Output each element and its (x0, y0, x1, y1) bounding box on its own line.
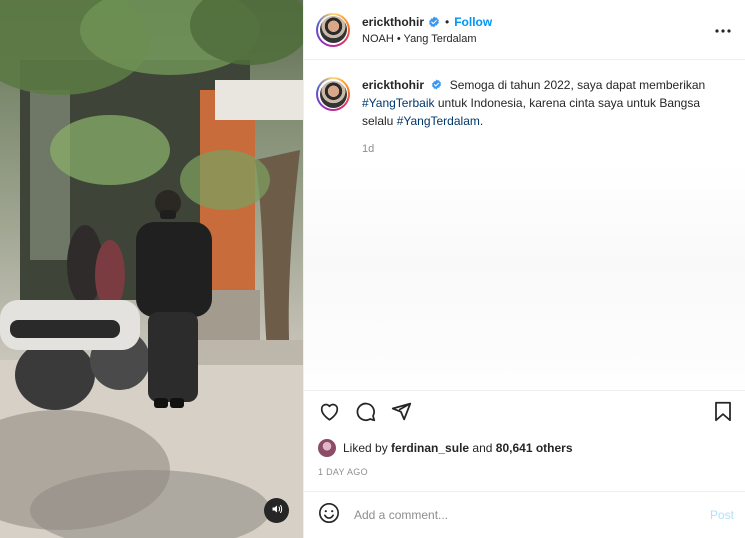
like-button[interactable] (318, 403, 340, 425)
share-button[interactable] (390, 401, 412, 427)
emoji-button[interactable] (318, 502, 340, 529)
post-header: erickthohir • Follow NOAH • Yang Terdala… (304, 0, 745, 60)
post-date[interactable]: 1 DAY AGO (318, 467, 368, 477)
caption-text-part: . (479, 114, 484, 128)
author-avatar[interactable] (316, 12, 350, 47)
caption-username[interactable]: erickthohir (362, 78, 424, 92)
caption-timestamp[interactable]: 1d (362, 140, 732, 158)
save-button[interactable] (712, 401, 734, 427)
liker-avatar[interactable] (318, 439, 336, 457)
caption-text: erickthohir Semoga di tahun 2022, saya d… (362, 76, 732, 130)
post-video[interactable] (0, 0, 303, 538)
bookmark-icon (714, 401, 732, 427)
audio-track-link[interactable]: NOAH • Yang Terdalam (362, 33, 492, 45)
separator-dot: • (445, 14, 450, 29)
comment-button[interactable] (354, 401, 376, 427)
comments-blurred-area (304, 160, 745, 390)
more-options-icon (715, 20, 731, 38)
likes-middle: and (472, 441, 493, 455)
verified-badge-icon (431, 79, 442, 90)
comment-icon (355, 401, 376, 427)
comment-composer: Post (304, 491, 745, 538)
video-frame (0, 0, 303, 538)
likes-summary: Liked by ferdinan_sule and 80,641 others (318, 439, 573, 457)
heart-icon (319, 402, 340, 426)
speaker-icon (271, 502, 283, 520)
more-options-button[interactable] (714, 20, 732, 38)
post-side-panel: erickthohir • Follow NOAH • Yang Terdala… (303, 0, 745, 538)
follow-button[interactable]: Follow (454, 15, 492, 29)
instagram-post-view: erickthohir • Follow NOAH • Yang Terdala… (0, 0, 745, 538)
likes-count-link[interactable]: 80,641 others (496, 441, 573, 455)
likes-prefix: Liked by (343, 441, 388, 455)
hashtag-link[interactable]: #YangTerdalam (397, 114, 480, 128)
paper-plane-icon (391, 401, 412, 427)
smiley-icon (318, 502, 340, 529)
verified-badge-icon (428, 16, 440, 28)
author-username[interactable]: erickthohir (362, 15, 424, 29)
liker-username[interactable]: ferdinan_sule (391, 441, 469, 455)
comment-input[interactable] (354, 508, 684, 522)
hashtag-link[interactable]: #YangTerbaik (362, 96, 435, 110)
sound-toggle-button[interactable] (264, 498, 289, 523)
caption-text-part: Semoga di tahun 2022, saya dapat memberi… (449, 78, 706, 92)
caption-author-avatar[interactable] (316, 77, 350, 111)
post-caption: erickthohir Semoga di tahun 2022, saya d… (316, 76, 736, 158)
post-comment-button[interactable]: Post (710, 508, 734, 522)
